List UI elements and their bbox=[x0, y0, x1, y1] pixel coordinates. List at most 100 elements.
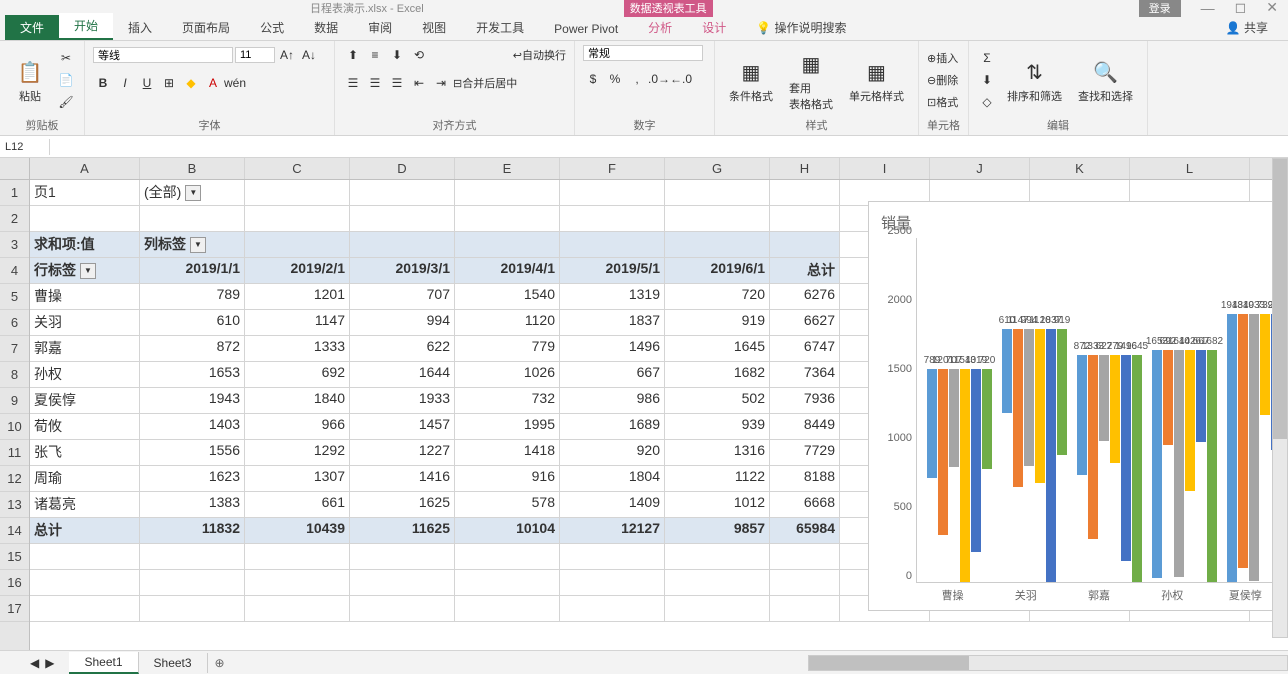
cell[interactable] bbox=[665, 180, 770, 205]
cell[interactable]: 667 bbox=[560, 362, 665, 387]
cell[interactable] bbox=[560, 570, 665, 595]
cell[interactable] bbox=[455, 180, 560, 205]
sheet-tab-1[interactable]: Sheet1 bbox=[69, 652, 138, 674]
select-all-corner[interactable] bbox=[0, 158, 29, 180]
cell[interactable] bbox=[245, 544, 350, 569]
phonetic-button[interactable]: wén bbox=[225, 73, 245, 93]
cell[interactable] bbox=[140, 596, 245, 621]
cell-styles-button[interactable]: ▦单元格样式 bbox=[843, 54, 910, 106]
cell[interactable]: 920 bbox=[560, 440, 665, 465]
cell[interactable]: 1540 bbox=[455, 284, 560, 309]
increase-decimal-button[interactable]: .0→ bbox=[649, 69, 669, 89]
col-header[interactable]: J bbox=[930, 158, 1030, 179]
cell[interactable] bbox=[665, 544, 770, 569]
cell[interactable]: 1933 bbox=[350, 388, 455, 413]
vertical-scrollbar[interactable] bbox=[1272, 158, 1288, 638]
cell[interactable]: 8449 bbox=[770, 414, 840, 439]
font-name-select[interactable] bbox=[93, 47, 233, 63]
underline-button[interactable]: U bbox=[137, 73, 157, 93]
font-color-button[interactable]: A bbox=[203, 73, 223, 93]
row-header[interactable]: 10 bbox=[0, 414, 29, 440]
cell[interactable]: 11625 bbox=[350, 518, 455, 543]
cell[interactable]: 行标签▼ bbox=[30, 258, 140, 283]
fill-button[interactable]: ⬇ bbox=[977, 70, 997, 90]
fill-color-button[interactable]: ◆ bbox=[181, 73, 201, 93]
col-header[interactable]: I bbox=[840, 158, 930, 179]
minimize-icon[interactable]: — bbox=[1201, 0, 1215, 16]
cell[interactable]: 692 bbox=[245, 362, 350, 387]
cell[interactable]: 2019/1/1 bbox=[140, 258, 245, 283]
col-header[interactable]: H bbox=[770, 158, 840, 179]
cell[interactable] bbox=[770, 232, 840, 257]
cell[interactable]: 1292 bbox=[245, 440, 350, 465]
col-header[interactable]: C bbox=[245, 158, 350, 179]
cell[interactable]: 10104 bbox=[455, 518, 560, 543]
login-button[interactable]: 登录 bbox=[1139, 0, 1181, 17]
cell[interactable] bbox=[30, 544, 140, 569]
col-header[interactable]: D bbox=[350, 158, 455, 179]
cell[interactable]: 720 bbox=[665, 284, 770, 309]
cell[interactable]: 诸葛亮 bbox=[30, 492, 140, 517]
cell[interactable] bbox=[30, 570, 140, 595]
cell[interactable]: 610 bbox=[140, 310, 245, 335]
maximize-icon[interactable]: ◻ bbox=[1235, 0, 1247, 16]
row-header[interactable]: 11 bbox=[0, 440, 29, 466]
row-header[interactable]: 4 bbox=[0, 258, 29, 284]
tab-nav-last[interactable]: ▶ bbox=[45, 656, 54, 670]
row-header[interactable]: 13 bbox=[0, 492, 29, 518]
cell[interactable]: 789 bbox=[140, 284, 245, 309]
cell[interactable]: 7729 bbox=[770, 440, 840, 465]
row-header[interactable]: 6 bbox=[0, 310, 29, 336]
cell[interactable]: 994 bbox=[350, 310, 455, 335]
cell[interactable]: 2019/2/1 bbox=[245, 258, 350, 283]
tab-data[interactable]: 数据 bbox=[299, 15, 353, 40]
cell[interactable] bbox=[350, 544, 455, 569]
cell[interactable]: 总计 bbox=[30, 518, 140, 543]
vscroll-thumb[interactable] bbox=[1273, 159, 1287, 439]
cell[interactable]: 622 bbox=[350, 336, 455, 361]
cell[interactable]: 65984 bbox=[770, 518, 840, 543]
cell[interactable]: 荀攸 bbox=[30, 414, 140, 439]
paste-button[interactable]: 📋 粘贴 bbox=[8, 54, 52, 106]
cell[interactable]: 7936 bbox=[770, 388, 840, 413]
orientation-button[interactable]: ⟲ bbox=[409, 45, 429, 65]
row-header[interactable]: 1 bbox=[0, 180, 29, 206]
cell[interactable]: 页1 bbox=[30, 180, 140, 205]
cell[interactable] bbox=[140, 570, 245, 595]
hscroll-thumb[interactable] bbox=[809, 656, 969, 670]
decrease-font-button[interactable]: A↓ bbox=[299, 45, 319, 65]
cell[interactable]: 916 bbox=[455, 466, 560, 491]
cell[interactable]: 1496 bbox=[560, 336, 665, 361]
col-header[interactable]: B bbox=[140, 158, 245, 179]
cell[interactable] bbox=[665, 232, 770, 257]
cell[interactable]: 求和项:值 bbox=[30, 232, 140, 257]
col-header[interactable]: A bbox=[30, 158, 140, 179]
cell[interactable] bbox=[350, 596, 455, 621]
cell[interactable]: 7364 bbox=[770, 362, 840, 387]
copy-button[interactable]: 📄 bbox=[56, 70, 76, 90]
wrap-text-button[interactable]: ↩ 自动换行 bbox=[513, 45, 566, 65]
cell[interactable] bbox=[665, 596, 770, 621]
filter-dropdown[interactable]: ▼ bbox=[185, 185, 201, 201]
tab-review[interactable]: 审阅 bbox=[353, 15, 407, 40]
cell[interactable]: 总计 bbox=[770, 258, 840, 283]
cell[interactable]: 1122 bbox=[665, 466, 770, 491]
cell[interactable]: 1804 bbox=[560, 466, 665, 491]
cell[interactable]: 1201 bbox=[245, 284, 350, 309]
row-header[interactable]: 12 bbox=[0, 466, 29, 492]
cell[interactable]: 12127 bbox=[560, 518, 665, 543]
cell[interactable]: 1556 bbox=[140, 440, 245, 465]
cell[interactable]: 1307 bbox=[245, 466, 350, 491]
cell[interactable]: 661 bbox=[245, 492, 350, 517]
format-cells-button[interactable]: ⊡ 格式 bbox=[927, 92, 958, 112]
clear-button[interactable]: ◇ bbox=[977, 92, 997, 112]
cell[interactable]: 1227 bbox=[350, 440, 455, 465]
cell[interactable] bbox=[245, 596, 350, 621]
cell[interactable]: 1316 bbox=[665, 440, 770, 465]
cell[interactable]: 1837 bbox=[560, 310, 665, 335]
close-icon[interactable]: ✕ bbox=[1266, 0, 1278, 16]
row-header[interactable]: 8 bbox=[0, 362, 29, 388]
cell[interactable]: 1689 bbox=[560, 414, 665, 439]
tab-dev[interactable]: 开发工具 bbox=[461, 15, 539, 40]
tab-pivot[interactable]: Power Pivot bbox=[539, 18, 633, 40]
